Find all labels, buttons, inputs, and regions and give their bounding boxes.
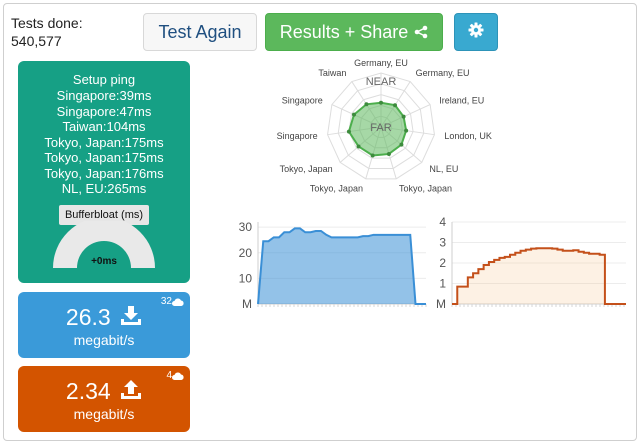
radar-spoke-label: Singapore — [277, 131, 318, 141]
upload-speed-chart: M 1 2 3 4 — [436, 215, 626, 311]
download-panel: 26.3 megabit/s 32 — [18, 292, 190, 358]
radar-point — [379, 100, 383, 105]
ping-row: Tokyo, Japan:175ms — [44, 150, 164, 165]
upload-panel: 2.34 megabit/s 4 — [18, 366, 190, 432]
radar-spoke-label: Tokyo, Japan — [399, 183, 452, 193]
radar-point — [386, 151, 391, 156]
upload-speed-value: 2.34 — [65, 378, 111, 404]
cloud-icon — [172, 298, 184, 306]
upload-speed: 2.34 — [18, 378, 190, 404]
upload-unit: megabit/s — [73, 406, 135, 422]
radar-point — [401, 114, 406, 119]
radar-point — [399, 142, 404, 147]
ping-row: Taiwan:104ms — [62, 119, 146, 134]
ping-panel: Setup ping Singapore:39ms Singapore:47ms… — [18, 61, 190, 283]
radar-spoke-label: Taiwan — [318, 68, 346, 78]
download-unit: megabit/s — [73, 332, 135, 348]
radar-spoke-label: Germany, EU — [354, 58, 408, 68]
ping-row: Singapore:39ms — [56, 88, 152, 103]
upload-icon — [121, 380, 142, 399]
bufferbloat-gauge: +0ms — [53, 221, 155, 268]
y-tick-label: M — [242, 297, 252, 311]
radar-point — [346, 129, 351, 134]
radar-point — [393, 103, 398, 108]
bufferbloat-value: +0ms — [91, 256, 117, 267]
y-tick-label: 1 — [439, 277, 446, 291]
y-tick-label: 4 — [439, 215, 446, 229]
cloud-icon — [172, 372, 184, 380]
radar-spoke-label: Ireland, EU — [439, 95, 484, 105]
download-speed-value: 26.3 — [65, 304, 111, 330]
download-speed-chart: M 10 20 30 — [239, 220, 427, 311]
gear-icon — [468, 21, 484, 44]
download-connections-count: 32 — [160, 296, 172, 307]
y-tick-label: 20 — [239, 246, 253, 260]
series-area — [258, 228, 426, 304]
download-speed: 26.3 — [18, 304, 190, 330]
radar-far-label: FAR — [370, 122, 391, 134]
radar-spoke-label: London, UK — [444, 131, 492, 141]
y-tick-label: 10 — [239, 271, 253, 285]
tests-done: Tests done: 540,577 — [11, 14, 83, 50]
share-icon — [414, 25, 428, 39]
ping-list: Singapore:39ms Singapore:47ms Taiwan:104… — [18, 88, 190, 197]
test-again-label: Test Again — [158, 21, 242, 42]
radar-near-label: NEAR — [366, 76, 397, 88]
radar-spoke-label: Tokyo, Japan — [310, 183, 363, 193]
radar-point — [356, 144, 361, 149]
radar-spoke-label: Singapore — [282, 95, 323, 105]
radar-point — [364, 102, 369, 107]
radar-point — [404, 128, 409, 133]
y-tick-label: 30 — [239, 220, 253, 234]
latency-radar-chart: NEAR FAR Germany, EU Germany, EU Ireland, EU… — [277, 58, 492, 193]
ping-row: Tokyo, Japan:176ms — [44, 165, 164, 181]
download-icon — [121, 306, 142, 325]
y-tick-label: 2 — [439, 256, 446, 270]
radar-spoke-label: Tokyo, Japan — [280, 164, 333, 174]
series-area — [452, 248, 626, 304]
download-connections: 32 — [161, 296, 184, 307]
radar-spoke-label: NL, EU — [429, 164, 458, 174]
test-again-button[interactable]: Test Again — [143, 13, 257, 51]
upload-connections: 4 — [166, 370, 184, 381]
tests-done-count: 540,577 — [11, 33, 62, 49]
ping-title: Setup ping — [72, 72, 136, 87]
radar-point — [351, 112, 356, 117]
results-share-button[interactable]: Results + Share — [265, 13, 443, 51]
settings-button[interactable] — [454, 13, 498, 51]
tests-done-label: Tests done: — [11, 15, 83, 31]
ping-row: NL, EU:265ms — [61, 181, 147, 196]
radar-point — [370, 153, 375, 158]
y-tick-label: 3 — [439, 236, 446, 250]
ping-row: Tokyo, Japan:175ms — [44, 134, 164, 150]
radar-spoke-label: Germany, EU — [416, 68, 470, 78]
y-tick-label: M — [436, 297, 446, 311]
ping-row: Singapore:47ms — [56, 103, 152, 119]
results-share-label: Results + Share — [279, 21, 409, 42]
